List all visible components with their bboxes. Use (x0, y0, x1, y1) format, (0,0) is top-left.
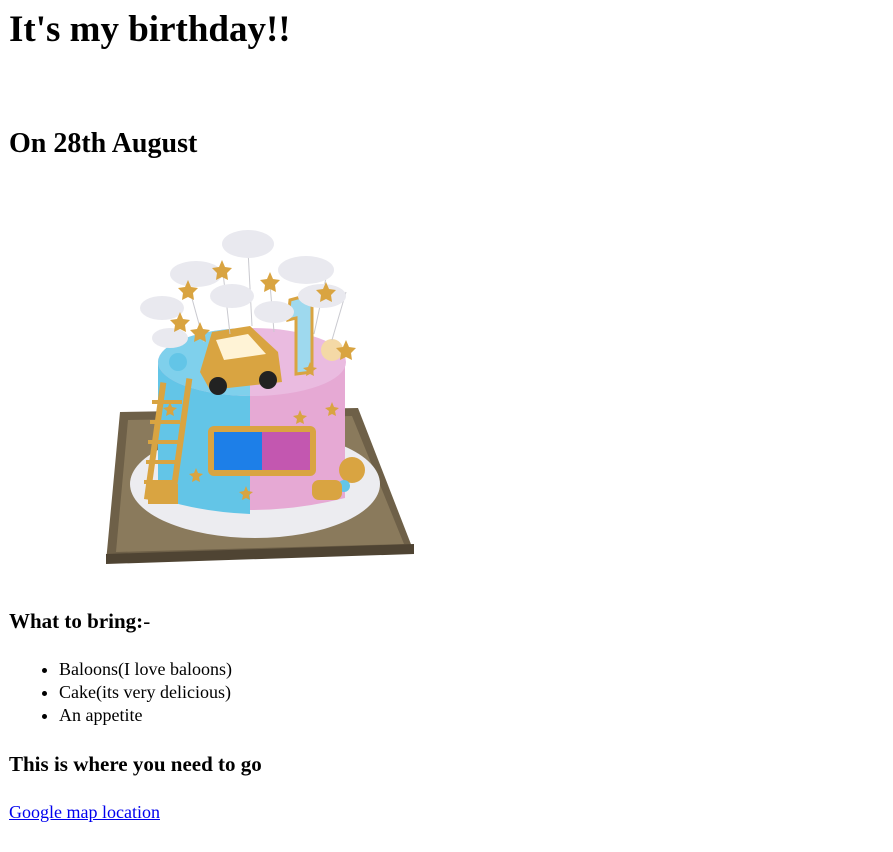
page-title: It's my birthday!! (9, 9, 291, 50)
birthday-cake-image (100, 222, 420, 568)
what-to-bring-heading-tail: - (143, 609, 151, 633)
what-to-bring-heading-text: What to bring: (9, 609, 144, 633)
list-item: Cake(its very delicious) (59, 681, 232, 704)
event-date: On 28th August (9, 128, 198, 159)
google-map-link[interactable]: Google map location (9, 801, 160, 824)
bring-list: Baloons(I love baloons) Cake(its very de… (9, 658, 232, 727)
list-item: An appetite (59, 704, 232, 727)
what-to-bring-heading: What to bring:- (9, 608, 150, 634)
location-heading: This is where you need to go (9, 752, 262, 776)
list-item: Baloons(I love baloons) (59, 658, 232, 681)
